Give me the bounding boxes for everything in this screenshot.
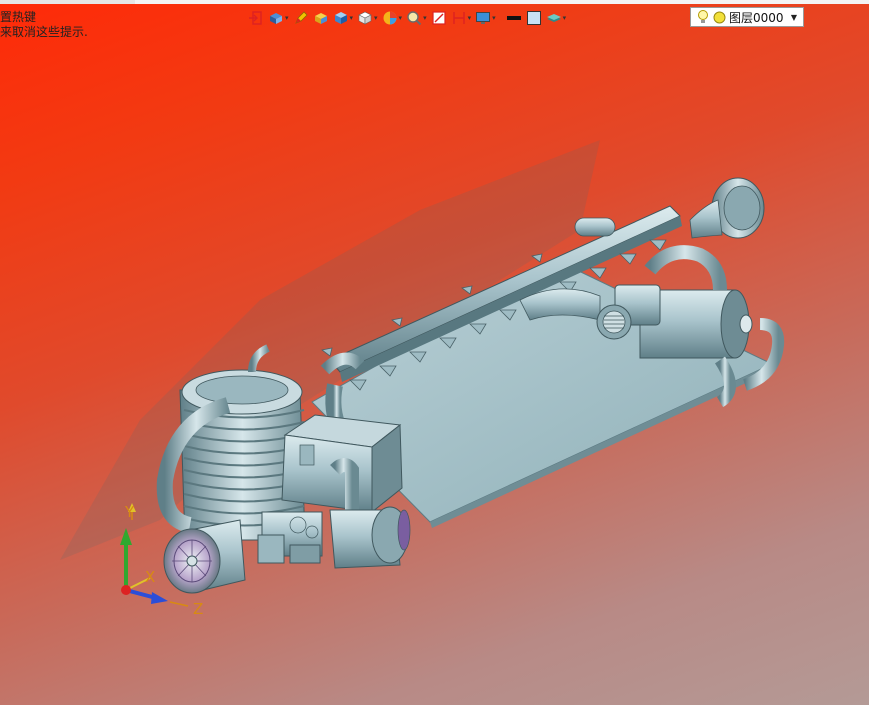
lightbulb-icon	[698, 10, 708, 23]
shaded-box-icon	[314, 13, 327, 24]
display-monitor-button[interactable]: ▾	[475, 8, 496, 28]
top-strip	[0, 0, 869, 4]
chevron-down-icon: ▾	[423, 14, 427, 22]
cube-blue-icon	[334, 12, 347, 24]
chevron-down-icon: ▾	[285, 14, 289, 22]
view-orient-button[interactable]: ▾	[268, 8, 289, 28]
line-color-icon	[506, 16, 521, 20]
clip-plane-button[interactable]: ▾	[451, 8, 472, 28]
clip-plane-icon	[452, 12, 465, 24]
chevron-down-icon: ▾	[492, 14, 496, 22]
pen-icon	[294, 11, 308, 24]
view-orient-icon	[270, 13, 282, 24]
chevron-down-icon: ▾	[562, 14, 567, 22]
view-toolbar: ▾ ▾ ▾ ▾ ▾ ▾ ▾ ▾	[248, 7, 570, 29]
sun-icon	[713, 11, 726, 23]
sphere-color-icon	[383, 11, 397, 25]
chevron-down-icon: ▾	[349, 14, 354, 22]
x-axis-label: X	[145, 568, 155, 586]
pen-button[interactable]	[293, 8, 309, 28]
background-color-button[interactable]	[526, 8, 542, 28]
chevron-down-icon: ▼	[790, 13, 797, 22]
gear-assembly[interactable]	[257, 511, 323, 564]
background-color-icon	[526, 11, 541, 25]
shaded-box-button[interactable]	[313, 8, 329, 28]
exit-sketch-icon	[249, 11, 262, 25]
coordinate-triad: Y X Z	[120, 503, 203, 618]
zoom-button[interactable]: ▾	[406, 8, 427, 28]
top-strip-segment	[0, 0, 135, 4]
section-button[interactable]	[431, 8, 447, 28]
cube-blue-button[interactable]: ▾	[333, 8, 354, 28]
section-icon	[431, 11, 446, 25]
chevron-down-icon: ▾	[374, 14, 378, 22]
exit-sketch-button[interactable]	[248, 8, 264, 28]
pump-motor[interactable]	[329, 506, 411, 569]
line-color-button[interactable]	[506, 8, 522, 28]
layer-stack-button[interactable]: ▾	[546, 8, 567, 28]
hint-line-1: 置热键	[0, 10, 37, 24]
layer-stack-icon	[546, 14, 561, 22]
z-axis-label: Z	[193, 600, 203, 618]
chevron-down-icon: ▾	[398, 14, 403, 22]
cube-white-button[interactable]: ▾	[357, 8, 378, 28]
y-axis-label: Y	[124, 503, 135, 521]
zoom-icon	[407, 11, 422, 26]
layer-select-value: 图层0000	[729, 10, 784, 25]
layer-select[interactable]: 图层0000 ▼	[690, 7, 804, 27]
display-monitor-icon	[476, 12, 491, 24]
chevron-down-icon: ▾	[467, 14, 472, 22]
sphere-color-button[interactable]: ▾	[382, 8, 403, 28]
cube-white-icon	[358, 11, 372, 25]
